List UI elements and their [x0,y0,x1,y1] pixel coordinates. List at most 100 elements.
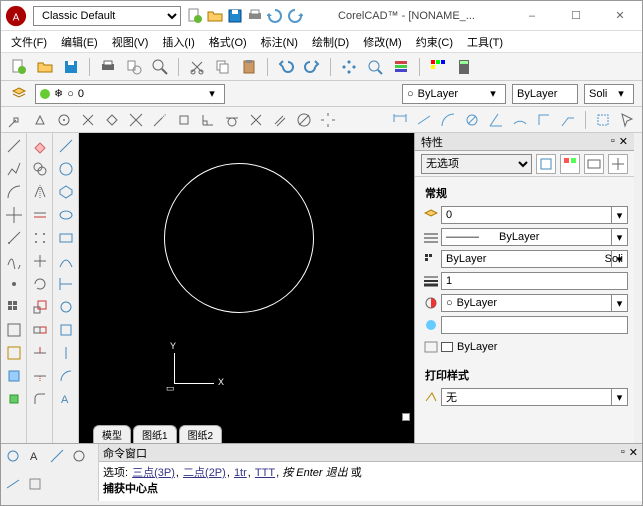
color-table-icon[interactable] [428,57,448,77]
prop-color[interactable]: ○ByLayer▾ [441,294,628,312]
ellipse-tool-icon[interactable] [57,206,75,224]
extra4-icon[interactable] [70,447,88,465]
chevron-down-icon[interactable]: ▾ [204,85,220,103]
snap-perpendicular-icon[interactable] [199,111,217,129]
prop-printstyle[interactable]: 无▾ [441,388,628,406]
snap-none-icon[interactable] [295,111,313,129]
select-icon[interactable] [594,111,612,129]
mirror-tool-icon[interactable] [31,183,49,201]
prop-linetype[interactable]: ———ByLayer▾ [441,228,628,246]
dim8-icon[interactable] [57,298,75,316]
prop-layer[interactable]: 0▾ [441,206,628,224]
open-file-icon[interactable] [35,57,55,77]
chevron-down-icon[interactable]: ▾ [613,85,629,103]
polyline-tool-icon[interactable] [5,160,23,178]
calculator-icon[interactable] [454,57,474,77]
panel-close-icon[interactable]: ✕ [619,135,628,148]
redo-icon[interactable] [287,8,303,24]
dim-linear-icon[interactable] [415,111,433,129]
prop-tool4-icon[interactable] [608,154,628,174]
dim-radius-icon[interactable] [439,111,457,129]
print-icon[interactable] [98,57,118,77]
menu-edit[interactable]: 编辑(E) [61,34,98,50]
cmd-pin-icon[interactable]: ▫ [621,446,625,459]
rect-tool-icon[interactable] [57,229,75,247]
copy-tool-icon[interactable] [31,160,49,178]
menu-file[interactable]: 文件(F) [11,34,47,50]
erase-tool-icon[interactable] [31,137,49,155]
extra3-icon[interactable] [48,447,66,465]
prop-tool3-icon[interactable] [584,154,604,174]
pan-icon[interactable] [339,57,359,77]
menu-tools[interactable]: 工具(T) [467,34,503,50]
polygon-tool-icon[interactable] [57,183,75,201]
array-tool-icon[interactable] [31,229,49,247]
dim11-icon[interactable] [57,367,75,385]
ray-tool-icon[interactable] [5,229,23,247]
snap-settings-icon[interactable] [319,111,337,129]
dim-diameter-icon[interactable] [463,111,481,129]
select-cursor-icon[interactable] [618,111,636,129]
stretch-tool-icon[interactable] [31,321,49,339]
cmd-opt-3p[interactable]: 三点(3P) [132,467,175,479]
minimize-button[interactable]: – [510,2,554,30]
new-icon[interactable] [187,8,203,24]
chevron-down-icon[interactable]: ▾ [611,251,627,267]
color-field[interactable]: ○ ByLayer ▾ [402,84,506,104]
tab-sheet1[interactable]: 图纸1 [133,425,177,443]
extra2-icon[interactable]: A [26,447,44,465]
tab-sheet2[interactable]: 图纸2 [179,425,223,443]
save-icon[interactable] [227,8,243,24]
zoom-icon[interactable] [150,57,170,77]
menu-view[interactable]: 视图(V) [112,34,149,50]
chevron-down-icon[interactable]: ▾ [611,295,627,311]
selection-dropdown[interactable]: 无选项 [421,154,532,174]
move-tool-icon[interactable] [31,252,49,270]
dim7-icon[interactable] [57,275,75,293]
layer-state-field[interactable]: ❄ ○ 0 ▾ [35,84,225,104]
linestyle-field[interactable]: Soli ▾ [584,84,634,104]
menu-constrain[interactable]: 约束(C) [416,34,453,50]
drawing-area[interactable]: Y X ▭ 模型 图纸1 图纸2 [79,133,414,443]
boundary-tool-icon[interactable] [5,344,23,362]
trim-tool-icon[interactable] [31,344,49,362]
redo-tool-icon[interactable] [302,57,322,77]
prop-tool1-icon[interactable] [536,154,556,174]
snap-intersection-icon[interactable] [127,111,145,129]
cmd-opt-ttt[interactable]: TTT [255,467,275,479]
properties-icon[interactable] [391,57,411,77]
snap-midpoint-icon[interactable] [31,111,49,129]
cmd-opt-2p[interactable]: 二点(2P) [183,467,226,479]
menu-annotate[interactable]: 标注(N) [261,34,298,50]
spline-tool-icon[interactable] [5,252,23,270]
arc-tool-icon[interactable] [5,183,23,201]
region-tool-icon[interactable] [5,321,23,339]
chevron-down-icon[interactable]: ▾ [611,389,627,405]
command-line[interactable]: 选项: 三点(3P), 二点(2P), 1tr, TTT, 按 Enter 退出… [99,462,642,501]
chevron-down-icon[interactable]: ▾ [485,85,501,103]
point-tool-icon[interactable] [5,275,23,293]
dim-ordinate-icon[interactable] [535,111,553,129]
snap-tangent-icon[interactable] [223,111,241,129]
extra5-icon[interactable] [4,475,22,493]
panel-pin-icon[interactable]: ▫ [611,135,615,148]
menu-insert[interactable]: 插入(I) [162,34,194,50]
cmd-opt-1tr[interactable]: 1tr [234,467,247,479]
prop-hyperlink[interactable] [441,316,628,334]
save-file-icon[interactable] [61,57,81,77]
prop-tool2-icon[interactable] [560,154,580,174]
offset-tool-icon[interactable] [31,206,49,224]
extra6-icon[interactable] [26,475,44,493]
dim1-icon[interactable] [57,137,75,155]
snap-node-icon[interactable] [79,111,97,129]
dim10-icon[interactable] [57,344,75,362]
dim-arc-icon[interactable] [511,111,529,129]
menu-modify[interactable]: 修改(M) [363,34,402,50]
dim9-icon[interactable] [57,321,75,339]
print-icon[interactable] [247,8,263,24]
cmd-close-icon[interactable]: ✕ [629,446,638,459]
hatch-tool-icon[interactable] [5,298,23,316]
paste-icon[interactable] [239,57,259,77]
linetype-field[interactable]: ByLayer [512,84,578,104]
prop-linescale[interactable]: ByLayer Soli ▾ [441,250,628,268]
